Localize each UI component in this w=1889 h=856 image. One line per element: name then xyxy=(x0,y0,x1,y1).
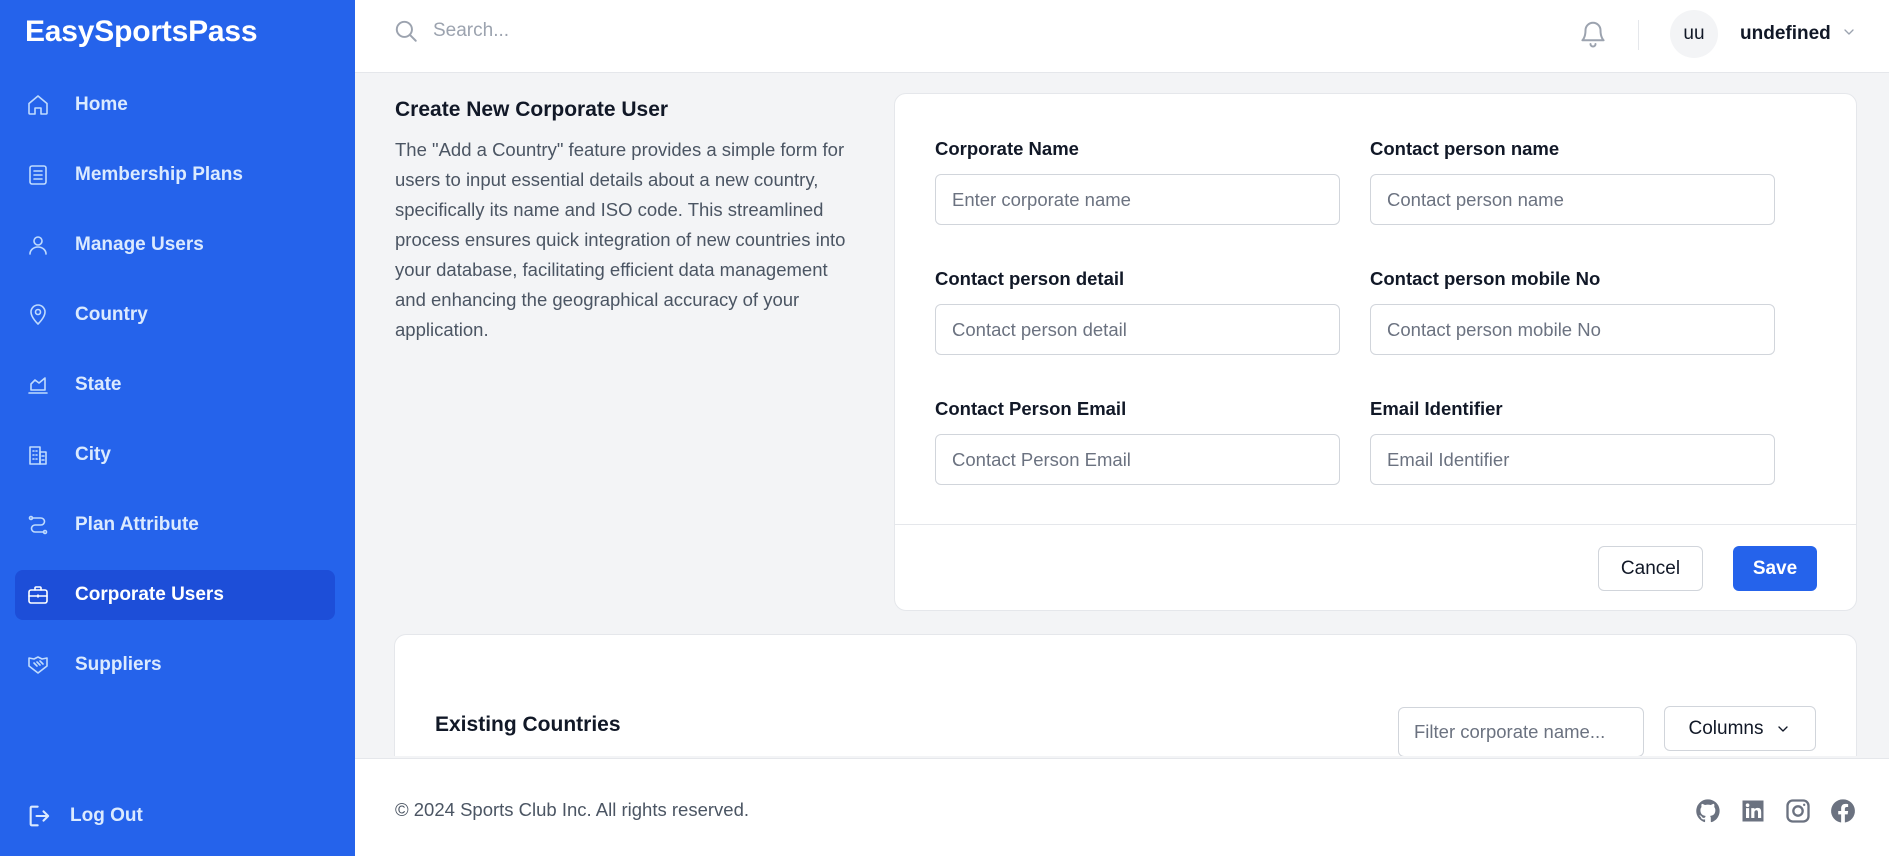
sidebar-item-label: Plan Attribute xyxy=(75,514,199,535)
list-icon xyxy=(26,163,50,187)
top-bar: uu undefined xyxy=(355,0,1889,73)
notifications-button[interactable] xyxy=(1578,18,1608,50)
sidebar-item-home[interactable]: Home xyxy=(15,80,335,130)
route-icon xyxy=(26,513,50,537)
contact-person-name-label: Contact person name xyxy=(1370,138,1560,159)
sidebar-item-membership-plans[interactable]: Membership Plans xyxy=(15,150,335,200)
area-chart-icon xyxy=(26,373,50,397)
contact-person-detail-label: Contact person detail xyxy=(935,268,1125,289)
sidebar-item-suppliers[interactable]: Suppliers xyxy=(15,640,335,690)
chevron-down-icon xyxy=(1841,24,1857,45)
sidebar-nav: Home Membership Plans Manage Users Count… xyxy=(15,80,335,710)
map-pin-icon xyxy=(26,303,50,327)
sidebar-item-label: Country xyxy=(75,304,148,325)
contact-person-mobile-field[interactable] xyxy=(1370,304,1775,355)
logout-button[interactable]: Log Out xyxy=(26,802,143,830)
save-button[interactable]: Save xyxy=(1733,546,1817,591)
corporate-name-label: Corporate Name xyxy=(935,138,1079,159)
instagram-icon[interactable] xyxy=(1784,797,1812,825)
sidebar-item-label: Suppliers xyxy=(75,654,162,675)
sidebar: EasySportsPass Home Membership Plans Man… xyxy=(0,0,355,856)
existing-list-card: Existing Countries Columns xyxy=(394,634,1857,756)
header-divider xyxy=(1638,20,1639,50)
contact-person-name-field[interactable] xyxy=(1370,174,1775,225)
sidebar-item-country[interactable]: Country xyxy=(15,290,335,340)
form-divider xyxy=(895,524,1856,525)
user-name: undefined xyxy=(1740,23,1831,44)
page-description: The "Add a Country" feature provides a s… xyxy=(395,139,846,340)
search-bar[interactable] xyxy=(393,18,833,44)
copyright-text: © 2024 Sports Club Inc. All rights reser… xyxy=(395,799,749,820)
sidebar-item-city[interactable]: City xyxy=(15,430,335,480)
sidebar-item-label: City xyxy=(75,444,111,465)
columns-button[interactable]: Columns xyxy=(1664,706,1816,751)
bell-icon xyxy=(1581,21,1605,48)
logout-icon xyxy=(29,805,50,827)
chevron-down-icon xyxy=(1778,725,1789,732)
contact-person-email-field[interactable] xyxy=(935,434,1340,485)
contact-person-detail-field[interactable] xyxy=(935,304,1340,355)
search-input[interactable] xyxy=(433,20,833,42)
email-identifier-field[interactable] xyxy=(1370,434,1775,485)
sidebar-item-manage-users[interactable]: Manage Users xyxy=(15,220,335,270)
page-title: Create New Corporate User xyxy=(395,98,669,121)
avatar: uu xyxy=(1670,10,1718,58)
contact-person-email-label: Contact Person Email xyxy=(935,398,1127,419)
filter-input[interactable] xyxy=(1398,707,1644,756)
home-icon xyxy=(26,93,50,117)
contact-person-mobile-label: Contact person mobile No xyxy=(1370,268,1601,289)
list-title: Existing Countries xyxy=(435,713,621,736)
cancel-button[interactable]: Cancel xyxy=(1598,546,1703,591)
sidebar-item-label: Membership Plans xyxy=(75,164,243,185)
footer: © 2024 Sports Club Inc. All rights reser… xyxy=(355,758,1889,856)
github-icon[interactable] xyxy=(1694,797,1722,825)
sidebar-item-state[interactable]: State xyxy=(15,360,335,410)
sidebar-item-label: Corporate Users xyxy=(75,584,224,605)
facebook-icon[interactable] xyxy=(1829,797,1857,825)
user-menu[interactable]: uu undefined xyxy=(1670,10,1857,58)
briefcase-icon xyxy=(26,583,50,607)
logout-label: Log Out xyxy=(70,805,143,826)
email-identifier-label: Email Identifier xyxy=(1370,398,1503,419)
building-icon xyxy=(26,443,50,467)
brand-logo[interactable]: EasySportsPass xyxy=(25,15,258,49)
columns-label: Columns xyxy=(1688,717,1764,739)
sidebar-item-label: Manage Users xyxy=(75,234,204,255)
create-corporate-user-form: Corporate Name Contact person name Conta… xyxy=(894,93,1857,611)
sidebar-item-corporate-users[interactable]: Corporate Users xyxy=(15,570,335,620)
sidebar-item-plan-attribute[interactable]: Plan Attribute xyxy=(15,500,335,550)
search-icon xyxy=(395,20,417,42)
sidebar-item-label: Home xyxy=(75,94,128,115)
handshake-icon xyxy=(26,653,50,677)
corporate-name-field[interactable] xyxy=(935,174,1340,225)
linkedin-icon[interactable] xyxy=(1739,797,1767,825)
user-icon xyxy=(26,233,50,257)
sidebar-item-label: State xyxy=(75,374,122,395)
